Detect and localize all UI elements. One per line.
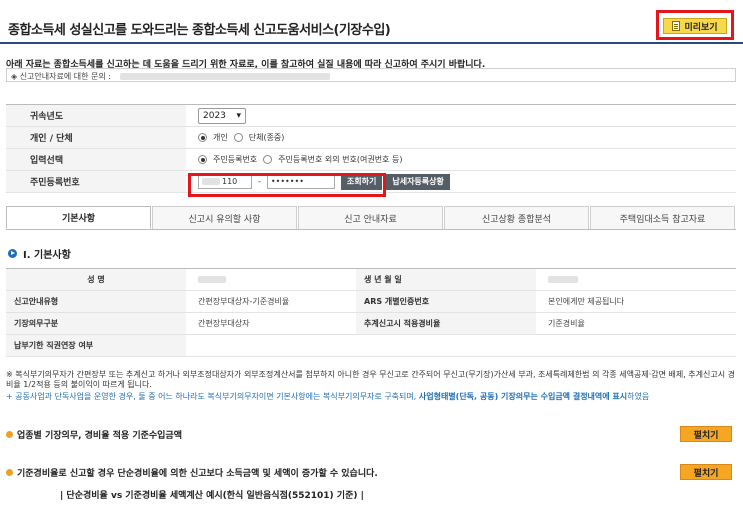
guide-type-label: 신고안내유형 bbox=[6, 291, 186, 312]
jumin-highlight bbox=[188, 173, 386, 197]
year-row: 귀속년도 2023 ▾ bbox=[6, 105, 736, 127]
footnote-joint-business: + 공동사업과 단독사업을 운영한 경우, 둘 중 어느 하나라도 복식부기의무… bbox=[6, 392, 650, 401]
expand-row-rate: 기준경비율로 신고할 경우 단순경비율에 의한 신고보다 소득금액 및 세액이 … bbox=[6, 464, 736, 480]
radio-jumin[interactable] bbox=[198, 155, 207, 164]
guide-type-value: 간편장부대상자-기준경비율 bbox=[198, 297, 290, 306]
duty-label: 기장의무구분 bbox=[6, 313, 186, 334]
year-select[interactable]: 2023 ▾ bbox=[198, 107, 246, 124]
table-row: 기장의무구분 간편장부대상자 추계신고시 적용경비율 기준경비율 bbox=[6, 313, 736, 335]
expand1-label: 업종별 기장의무, 경비율 적용 기준수입금액 bbox=[17, 430, 182, 441]
rate-label: 추계신고시 적용경비율 bbox=[356, 313, 536, 334]
chevron-down-icon: ▾ bbox=[236, 110, 241, 121]
expand2-label: 기준경비율로 신고할 경우 단순경비율에 의한 신고보다 소득금액 및 세액이 … bbox=[17, 468, 378, 479]
taxpayer-status-button[interactable]: 납세자등록상황 bbox=[386, 173, 450, 190]
type-label: 개인 / 단체 bbox=[6, 127, 186, 148]
bullet-icon bbox=[6, 468, 13, 476]
table-row: 성 명 생 년 월 일 bbox=[6, 269, 736, 291]
basic-info-table: 성 명 생 년 월 일 신고안내유형 간편장부대상자-기준경비율 ARS 개별인… bbox=[6, 268, 736, 357]
radio-group-label: 단체(종중) bbox=[248, 133, 285, 142]
jumin-label: 주민등록번호 bbox=[6, 171, 186, 192]
redacted-contact bbox=[119, 73, 330, 80]
ars-value: 본인에게만 제공됩니다 bbox=[548, 297, 625, 306]
tab-basic[interactable]: 기본사항 bbox=[6, 206, 151, 229]
redacted-birth bbox=[548, 276, 578, 283]
inquiry-box: ◈ 신고안내자료에 대한 문의 : bbox=[6, 68, 736, 82]
page-header: 종합소득세 성실신고를 도와드리는 종합소득세 신고도움서비스(기장수입) 미리… bbox=[0, 0, 743, 44]
radio-other-id[interactable] bbox=[263, 155, 273, 164]
preview-highlight: 미리보기 bbox=[656, 10, 734, 40]
rate-value: 기준경비율 bbox=[548, 319, 585, 328]
section-title: Ⅰ. 기본사항 bbox=[8, 246, 71, 261]
tab-guide-data[interactable]: 신고 안내자료 bbox=[298, 206, 443, 229]
inquiry-label: ◈ 신고안내자료에 대한 문의 : bbox=[11, 72, 111, 81]
page-title: 종합소득세 성실신고를 도와드리는 종합소득세 신고도움서비스(기장수입) bbox=[8, 23, 391, 38]
preview-label: 미리보기 bbox=[684, 22, 718, 33]
document-icon bbox=[672, 21, 681, 31]
radio-individual[interactable] bbox=[198, 133, 207, 142]
tab-cautions[interactable]: 신고시 유의할 사항 bbox=[152, 206, 297, 229]
tab-bar: 기본사항 신고시 유의할 사항 신고 안내자료 신고상황 종합분석 주택임대소득… bbox=[6, 206, 736, 230]
tab-analysis[interactable]: 신고상황 종합분석 bbox=[444, 206, 589, 229]
footnote-penalty: ※ 복식부기의무자가 간편장부 또는 추계신고 하거나 외부조정대상자가 외부조… bbox=[6, 370, 736, 389]
input-row: 입력선택 주민등록번호 주민등록번호 외의 번호(여권번호 등) bbox=[6, 149, 736, 171]
radio-other-id-label: 주민등록번호 외의 번호(여권번호 등) bbox=[278, 155, 403, 164]
birth-label: 생 년 월 일 bbox=[356, 269, 536, 290]
radio-jumin-label: 주민등록번호 bbox=[213, 155, 258, 164]
redacted-name bbox=[198, 276, 226, 283]
preview-button[interactable]: 미리보기 bbox=[663, 18, 727, 34]
year-label: 귀속년도 bbox=[6, 105, 186, 126]
expand-row-industry: 업종별 기장의무, 경비율 적용 기준수입금액 펼치기 bbox=[6, 426, 736, 442]
radio-group[interactable] bbox=[233, 133, 243, 142]
input-label: 입력선택 bbox=[6, 149, 186, 170]
duty-value: 간편장부대상자 bbox=[198, 319, 250, 328]
expand-button-industry[interactable]: 펼치기 bbox=[680, 426, 732, 442]
site-label: 납부기한 직권연장 여부 bbox=[6, 335, 186, 356]
ars-label: ARS 개별인증번호 bbox=[356, 291, 536, 312]
expand-button-rate[interactable]: 펼치기 bbox=[680, 464, 732, 480]
bullet-icon bbox=[6, 430, 13, 438]
table-row: 납부기한 직권연장 여부 bbox=[6, 335, 736, 357]
bullet-arrow-icon bbox=[8, 249, 17, 258]
table-row: 신고안내유형 간편장부대상자-기준경비율 ARS 개별인증번호 본인에게만 제공… bbox=[6, 291, 736, 313]
name-label: 성 명 bbox=[6, 269, 186, 290]
example-caption: | 단순경비율 vs 기준경비율 세액계산 예시(한식 일반음식점(552101… bbox=[60, 491, 364, 501]
radio-individual-label: 개인 bbox=[213, 133, 228, 142]
year-value: 2023 bbox=[203, 110, 226, 121]
tab-housing-rental[interactable]: 주택임대소득 참고자료 bbox=[590, 206, 735, 229]
type-row: 개인 / 단체 개인 단체(종중) bbox=[6, 127, 736, 149]
